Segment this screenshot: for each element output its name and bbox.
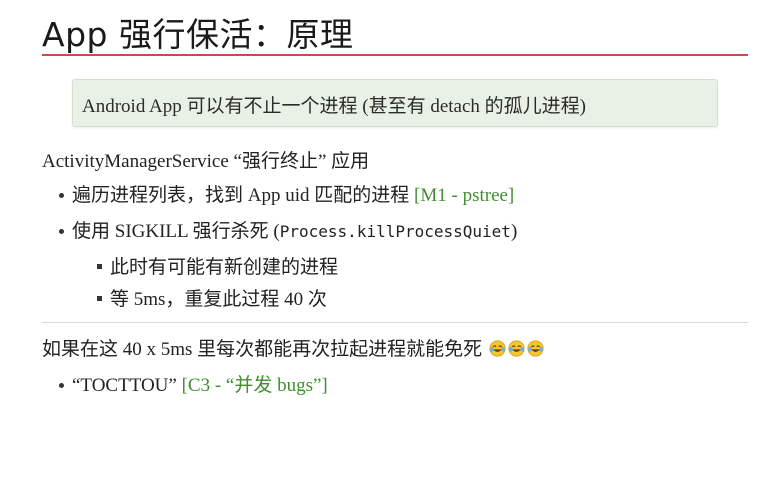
- section-divider: [42, 322, 748, 323]
- slide: App 强行保活：原理 Android App 可以有不止一个进程 (甚至有 d…: [0, 0, 761, 477]
- sub-list-item: 等 5ms，重复此过程 40 次: [110, 289, 327, 310]
- list-item: “TOCTTOU” [C3 - “并发 bugs”]: [72, 370, 328, 397]
- code-span: Process.killProcessQuiet: [279, 222, 511, 241]
- reference-link[interactable]: [M1 - pstree]: [414, 185, 514, 206]
- list-item-text: 遍历进程列表，找到 App uid 匹配的进程: [72, 185, 415, 206]
- bullet-dot: [59, 193, 64, 198]
- list-item-text: 使用 SIGKILL 强行杀死 (: [72, 221, 280, 242]
- section2-heading: 如果在这 40 x 5ms 里每次都能再次拉起进程就能免死: [42, 334, 544, 361]
- list-item: 遍历进程列表，找到 App uid 匹配的进程 [M1 - pstree]: [72, 180, 514, 207]
- sub-bullet-square: [97, 264, 102, 269]
- section2-heading-text: 如果在这 40 x 5ms 里每次都能再次拉起进程就能免死: [42, 339, 483, 360]
- list-item: 使用 SIGKILL 强行杀死 (Process.killProcessQuie…: [72, 216, 517, 243]
- note-text: Android App 可以有不止一个进程 (甚至有 detach 的孤儿进程): [82, 96, 586, 117]
- face-with-tears-of-joy-icon: [489, 340, 506, 357]
- bullet-dot: [59, 229, 64, 234]
- face-with-tears-of-joy-icon: [508, 340, 525, 357]
- title-underline: [42, 54, 748, 56]
- list-item-text: “TOCTTOU”: [72, 375, 182, 396]
- sub-bullet-square: [97, 296, 102, 301]
- face-with-tears-of-joy-icon: [527, 340, 544, 357]
- section1-heading: ActivityManagerService “强行终止” 应用: [42, 151, 370, 172]
- list-item-text: ): [510, 221, 518, 242]
- sub-list-item: 此时有可能有新创建的进程: [110, 257, 339, 278]
- page-title: App 强行保活：原理: [42, 15, 354, 54]
- bullet-dot: [59, 383, 64, 388]
- note-box: Android App 可以有不止一个进程 (甚至有 detach 的孤儿进程): [72, 79, 718, 127]
- reference-link[interactable]: [C3 - “并发 bugs”]: [182, 375, 328, 396]
